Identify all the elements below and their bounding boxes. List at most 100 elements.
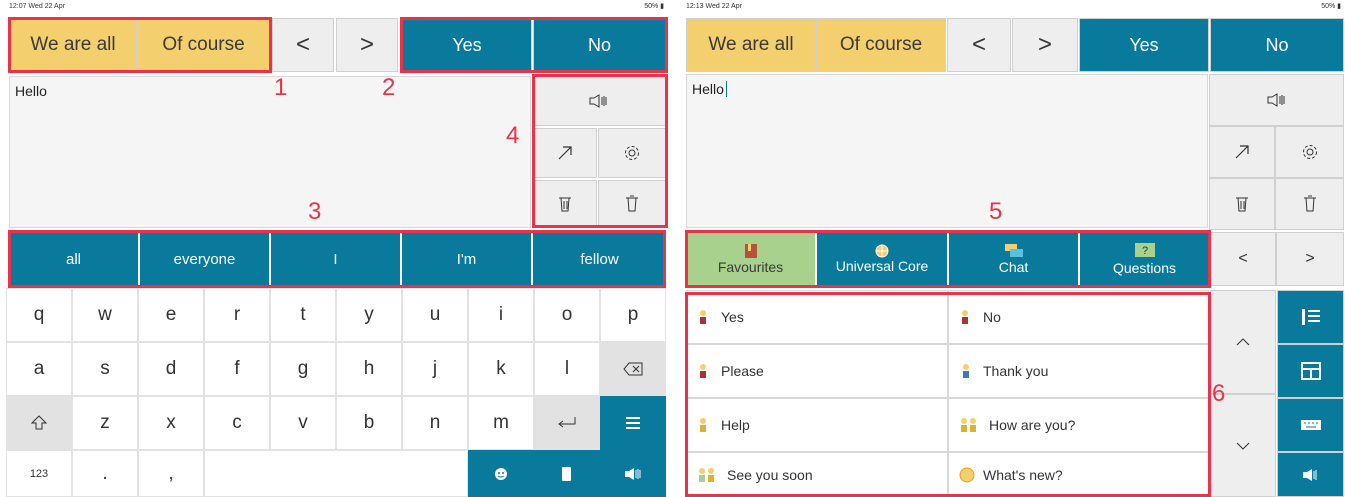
phrase-label: How are you? [989,417,1076,433]
scroll-up-button[interactable] [1210,290,1276,394]
key-s[interactable]: s [72,342,138,396]
status-bar: 12:07 Wed 22 Apr 50% ▮ [6,0,668,14]
tab-chat[interactable]: Chat [949,232,1079,286]
no-button[interactable]: No [533,18,666,72]
message-text-area[interactable]: Hello [686,74,1208,228]
message-text-area[interactable]: Hello [9,76,531,228]
prediction-4[interactable]: I'm [402,232,532,286]
tab-favourites[interactable]: Favourites [686,232,816,286]
settings-button[interactable] [1275,126,1344,178]
key-g[interactable]: g [270,342,336,396]
grid-view-button[interactable] [1277,344,1344,398]
key-a[interactable]: a [6,342,72,396]
speak-button[interactable] [1209,74,1344,126]
key-o[interactable]: o [534,288,600,342]
speak-key[interactable] [600,450,666,497]
status-date: Wed 22 Apr [705,3,742,10]
clear-all-button[interactable] [532,180,597,228]
key-h[interactable]: h [336,342,402,396]
device-key[interactable] [534,450,600,497]
key-n[interactable]: n [402,396,468,450]
phrase-thank-you[interactable]: Thank you [948,344,1209,398]
shift-icon [31,415,47,430]
prediction-2[interactable]: everyone [140,232,270,286]
tab-universal-core[interactable]: Universal Core [817,232,948,286]
key-y[interactable]: y [336,288,402,342]
speaker-icon [625,467,641,480]
comma-key[interactable]: , [138,450,204,497]
phrase-yes[interactable]: Yes [686,290,948,344]
delete-button[interactable] [598,180,666,228]
key-r[interactable]: r [204,288,270,342]
grid-icon [1300,362,1321,380]
backspace-key[interactable] [600,342,666,396]
yes-button[interactable]: Yes [1079,18,1209,72]
return-key[interactable] [534,396,600,450]
trash-icon [1303,195,1316,212]
phrase-no[interactable]: No [948,290,1209,344]
speaker-icon [589,94,607,108]
emoji-key[interactable] [468,450,534,497]
key-x[interactable]: x [138,396,204,450]
phrase-help[interactable]: Help [686,398,948,452]
period-key[interactable]: . [72,450,138,497]
no-button[interactable]: No [1210,18,1344,72]
tabs-next-button[interactable]: > [1276,232,1344,286]
key-d[interactable]: d [138,342,204,396]
quick-phrase-button-2[interactable]: Of course [137,18,270,72]
numbers-key[interactable]: 123 [6,450,72,497]
trash-icon [626,195,638,212]
clear-all-button[interactable] [1209,178,1275,230]
yes-button[interactable]: Yes [402,18,532,72]
phrase-please[interactable]: Please [686,344,948,398]
key-b[interactable]: b [336,396,402,450]
key-m[interactable]: m [468,396,534,450]
key-i[interactable]: i [468,288,534,342]
key-t[interactable]: t [270,288,336,342]
key-u[interactable]: u [402,288,468,342]
chevron-right-icon: > [359,31,374,58]
phrase-see-you-soon[interactable]: See you soon [686,452,948,497]
list-view-button[interactable] [1277,290,1344,344]
key-l[interactable]: l [534,342,600,396]
trash-all-icon [558,197,571,212]
space-key[interactable] [204,450,468,497]
key-z[interactable]: z [72,396,138,450]
key-j[interactable]: j [402,342,468,396]
keyboard-view-button[interactable] [1277,398,1344,452]
key-e[interactable]: e [138,288,204,342]
prediction-5[interactable]: fellow [533,232,666,286]
share-button[interactable] [532,128,597,178]
prev-phrase-button[interactable]: < [272,18,334,72]
key-c[interactable]: c [204,396,270,450]
prediction-3[interactable]: I [271,232,401,286]
phrase-how-are-you[interactable]: How are you? [948,398,1209,452]
key-w[interactable]: w [72,288,138,342]
tab-questions[interactable]: ? Questions [1080,232,1209,286]
phrase-whats-new[interactable]: What's new? [948,452,1209,497]
prev-phrase-button[interactable]: < [947,18,1011,72]
speak-button[interactable] [532,76,666,126]
quick-phrase-button-1[interactable]: We are all [9,18,137,72]
tabs-prev-button[interactable]: < [1210,232,1276,286]
speak-key[interactable] [1277,452,1344,497]
quick-phrase-button-1[interactable]: We are all [686,18,816,72]
prediction-1[interactable]: all [9,232,139,286]
key-p[interactable]: p [600,288,666,342]
next-phrase-button[interactable]: > [336,18,398,72]
person-icon [697,309,711,325]
delete-button[interactable] [1275,178,1344,230]
quick-phrase-button-2[interactable]: Of course [816,18,946,72]
key-k[interactable]: k [468,342,534,396]
key-q[interactable]: q [6,288,72,342]
speaker-icon [1302,468,1316,481]
menu-key[interactable] [600,396,666,450]
phrase-label: What's new? [983,466,1063,483]
settings-button[interactable] [598,128,666,178]
shift-key[interactable] [6,396,72,450]
key-v[interactable]: v [270,396,336,450]
next-phrase-button[interactable]: > [1012,18,1078,72]
key-f[interactable]: f [204,342,270,396]
scroll-down-button[interactable] [1210,394,1276,497]
share-button[interactable] [1209,126,1275,178]
